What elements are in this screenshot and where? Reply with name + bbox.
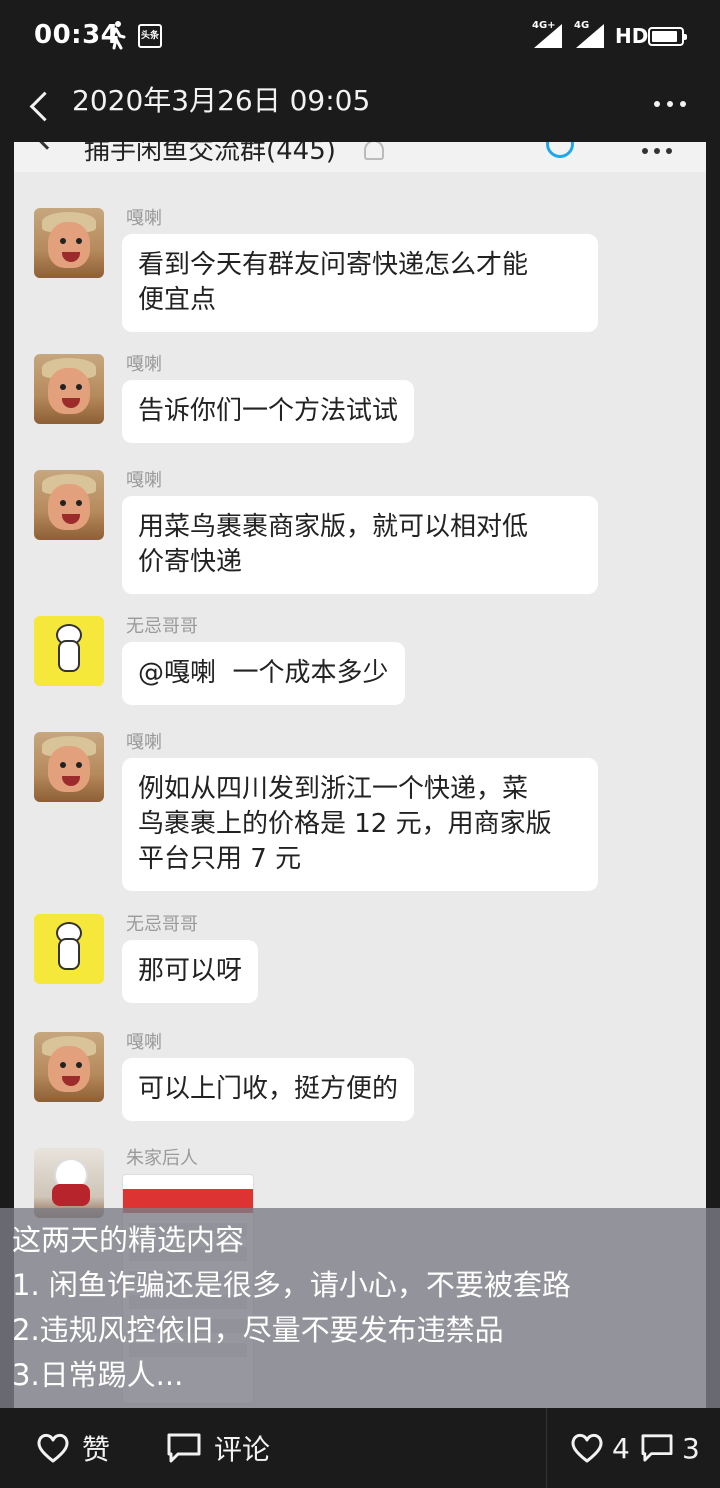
avatar xyxy=(34,354,104,424)
chat-header: 捕手闲鱼交流群(445) xyxy=(14,142,706,172)
message-line: 用菜鸟裹裹商家版，就可以相对低 xyxy=(138,512,529,542)
bottom-action-bar: 赞 评论 4 3 xyxy=(0,1408,720,1488)
message-bubble: 看到今天有群友问寄快递怎么才能 便宜点 xyxy=(122,234,598,332)
like-count-button[interactable]: 4 xyxy=(570,1428,630,1468)
back-button[interactable] xyxy=(26,86,56,126)
sender-name: 无忌哥哥 xyxy=(126,914,198,935)
app-notification-icon: 头条 xyxy=(138,24,162,48)
avatar xyxy=(34,616,104,686)
message-line: 看到今天有群友问寄快递怎么才能 xyxy=(138,250,529,280)
comment-icon xyxy=(166,1432,202,1464)
message-bubble: 告诉你们一个方法试试 xyxy=(122,380,415,443)
post-caption-overlay[interactable]: 这两天的精选内容 1. 闲鱼诈骗还是很多，请小心，不要被套路 2.违规风控依旧，… xyxy=(0,1208,720,1408)
message-line: 那可以呀 xyxy=(138,956,243,986)
avatar xyxy=(34,914,104,984)
battery-icon xyxy=(648,27,687,46)
sender-name: 嘎喇 xyxy=(126,732,162,753)
heart-icon xyxy=(570,1433,604,1463)
network-label-2: 4G xyxy=(574,20,590,31)
message-bubble: 可以上门收，挺方便的 xyxy=(122,1058,415,1121)
message-bubble: 例如从四川发到浙江一个快递，菜 鸟裹裹上的价格是 12 元，用商家版 平台只用 … xyxy=(122,758,598,891)
avatar xyxy=(34,1032,104,1102)
like-count: 4 xyxy=(612,1431,630,1465)
sender-name: 嘎喇 xyxy=(126,354,162,375)
chat-more-icon xyxy=(642,148,672,154)
caption-line: 这两天的精选内容 xyxy=(12,1223,245,1257)
message-line: 价寄快递 xyxy=(138,547,243,577)
message-bubble: 那可以呀 xyxy=(122,940,259,1003)
comment-count: 3 xyxy=(682,1431,700,1465)
hd-indicator: HD xyxy=(615,24,649,48)
title-bar: 2020年3月26日 09:05 xyxy=(0,72,720,142)
message-line: 鸟裹裹上的价格是 12 元，用商家版 xyxy=(138,809,552,839)
sender-name: 嘎喇 xyxy=(126,470,162,491)
signal-icon-2: 4G xyxy=(574,20,604,48)
message-line: 便宜点 xyxy=(138,285,217,315)
avatar xyxy=(34,732,104,802)
caption-line: 2.违规风控依旧，尽量不要发布违禁品 xyxy=(12,1313,504,1347)
walking-icon xyxy=(104,20,128,50)
avatar xyxy=(34,208,104,278)
message-bubble: 用菜鸟裹裹商家版，就可以相对低 价寄快递 xyxy=(122,496,598,594)
sender-name: 嘎喇 xyxy=(126,1032,162,1053)
divider xyxy=(546,1408,547,1488)
network-label: 4G+ xyxy=(532,20,556,31)
group-title: 捕手闲鱼交流群(445) xyxy=(84,142,336,166)
like-button[interactable]: 赞 xyxy=(36,1428,110,1468)
caption-line: 3.日常踢人... xyxy=(12,1358,184,1392)
message-line: 告诉你们一个方法试试 xyxy=(138,396,399,426)
loading-ring-icon xyxy=(546,142,574,158)
comment-button[interactable]: 评论 xyxy=(166,1428,270,1468)
page-title: 2020年3月26日 09:05 xyxy=(72,84,371,117)
caption-line: 1. 闲鱼诈骗还是很多，请小心，不要被套路 xyxy=(12,1268,571,1302)
signal-icon: 4G+ xyxy=(532,20,562,48)
sender-name: 嘎喇 xyxy=(126,208,162,229)
more-options-icon[interactable] xyxy=(654,94,690,114)
message-line: 可以上门收，挺方便的 xyxy=(138,1074,399,1104)
mute-bell-icon xyxy=(364,142,384,160)
sender-name: 朱家后人 xyxy=(126,1148,198,1169)
chat-back-icon xyxy=(34,142,60,150)
comment-icon xyxy=(640,1433,674,1463)
sender-name: 无忌哥哥 xyxy=(126,616,198,637)
message-line: @嘎喇 一个成本多少 xyxy=(138,658,389,688)
heart-icon xyxy=(36,1433,70,1463)
battery-level xyxy=(652,31,678,42)
status-bar: 00:34 头条 4G+ 4G HD xyxy=(0,0,720,72)
like-label: 赞 xyxy=(82,1433,111,1466)
avatar xyxy=(34,470,104,540)
comment-label: 评论 xyxy=(214,1433,271,1466)
comment-count-button[interactable]: 3 xyxy=(640,1428,700,1468)
message-line: 平台只用 7 元 xyxy=(138,844,302,874)
message-bubble: @嘎喇 一个成本多少 xyxy=(122,642,405,705)
message-line: 例如从四川发到浙江一个快递，菜 xyxy=(138,774,529,804)
